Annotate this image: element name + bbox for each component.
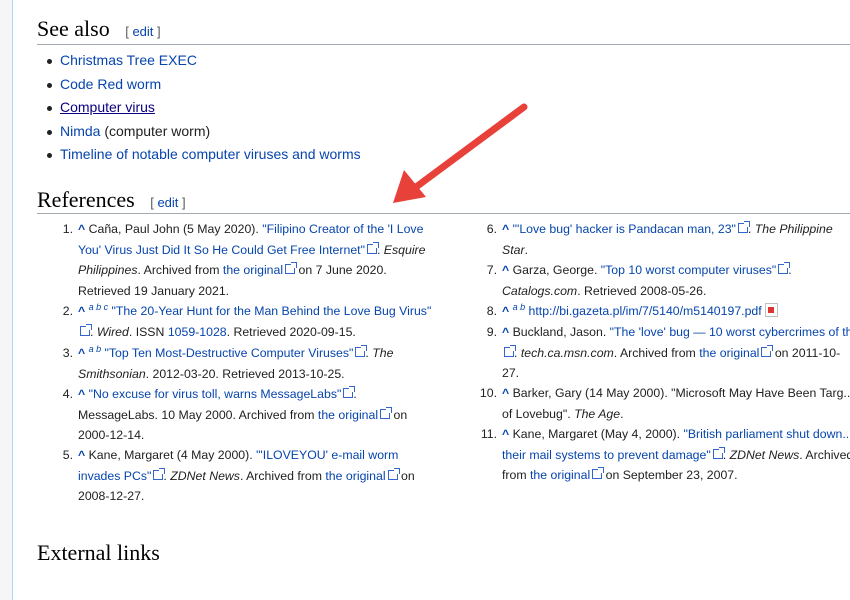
list-item: Timeline of notable computer viruses and… xyxy=(47,143,361,167)
reference-item: 8. ^ a b http://bi.gazeta.pl/im/7/5140/m… xyxy=(437,301,850,322)
reference-title-link[interactable]: "The 20-Year Hunt for the Man Behind the… xyxy=(112,304,432,318)
see-also-edit-section: [ edit ] xyxy=(125,24,161,39)
external-link-icon xyxy=(387,467,400,480)
backlink-letters[interactable]: a b xyxy=(513,302,526,312)
references-heading: References [ edit ] xyxy=(37,187,186,213)
see-also-link-christmas-tree-exec[interactable]: Christmas Tree EXEC xyxy=(60,52,197,68)
reference-title-link[interactable]: "No excuse for virus toll, warns Message… xyxy=(89,387,342,401)
backlink-letters[interactable]: a b c xyxy=(89,302,109,312)
reference-item: 11. ^ Kane, Margaret (May 4, 2000). "Bri… xyxy=(437,424,850,486)
references-edit-link[interactable]: edit xyxy=(157,195,178,210)
article-content: See also [ edit ] Christmas Tree EXEC Co… xyxy=(12,0,850,600)
references-list-right: 6. ^ "'Love bug' hacker is Pandacan man,… xyxy=(437,219,850,486)
external-link-icon xyxy=(761,344,774,357)
see-also-rule xyxy=(37,44,850,45)
backlink-caret[interactable]: ^ xyxy=(78,387,85,401)
reference-title-link[interactable]: "'Love bug' hacker is Pandacan man, 23" xyxy=(513,222,736,236)
reference-item: 5. ^ Kane, Margaret (4 May 2000). "'ILOV… xyxy=(62,448,415,503)
reference-item: 4. ^ "No excuse for virus toll, warns Me… xyxy=(62,386,408,442)
references-rule xyxy=(37,213,850,214)
external-link-icon xyxy=(380,406,393,419)
external-link-icon xyxy=(285,262,298,274)
see-also-link-computer-virus[interactable]: Computer virus xyxy=(60,99,155,115)
reference-title-link[interactable]: "The 'love' bug — 10 worst cybercrimes o… xyxy=(610,325,850,339)
reference-title-link[interactable]: "Top 10 worst computer viruses" xyxy=(601,263,777,277)
reference-item: 9. ^ Buckland, Jason. "The 'love' bug — … xyxy=(437,322,850,383)
references-list-left: 1. ^ Caña, Paul John (5 May 2020). "Fili… xyxy=(13,219,435,507)
reference-item: 6. ^ "'Love bug' hacker is Pandacan man,… xyxy=(486,221,833,257)
see-also-link-nimda[interactable]: Nimda xyxy=(60,123,100,139)
external-link-icon xyxy=(355,345,368,357)
reference-title-link[interactable]: "Top Ten Most-Destructive Computer Virus… xyxy=(105,346,354,360)
reference-item: 10. ^ Barker, Gary (14 May 2000). "Micro… xyxy=(479,386,850,421)
external-link-icon xyxy=(343,386,356,398)
archived-original-link[interactable]: the original xyxy=(699,346,759,360)
archived-original-link[interactable]: the original xyxy=(530,468,590,482)
reference-item: 3. ^ a b "Top Ten Most-Destructive Compu… xyxy=(62,343,394,381)
external-link-icon xyxy=(366,241,379,254)
see-also-heading: See also [ edit ] xyxy=(37,16,161,42)
reference-item: 1. ^ Caña, Paul John (5 May 2020). "Fili… xyxy=(62,222,426,298)
list-item: Code Red worm xyxy=(47,73,361,97)
pdf-link[interactable]: http://bi.gazeta.pl/im/7/5140/m5140197.p… xyxy=(529,304,762,318)
external-link-icon xyxy=(712,446,725,459)
see-also-link-timeline[interactable]: Timeline of notable computer viruses and… xyxy=(60,146,361,162)
reference-item: 7. ^ Garza, George. "Top 10 worst comput… xyxy=(486,262,792,298)
see-also-list: Christmas Tree EXEC Code Red worm Comput… xyxy=(37,49,361,167)
archived-original-link[interactable]: the original xyxy=(223,263,283,277)
external-link-icon xyxy=(504,344,516,357)
pdf-icon xyxy=(764,303,778,317)
reference-item: 2. ^ a b c "The 20-Year Hunt for the Man… xyxy=(62,301,432,339)
archived-original-link[interactable]: the original xyxy=(318,408,378,422)
list-item: Nimda (computer worm) xyxy=(47,120,361,144)
list-item: Christmas Tree EXEC xyxy=(47,49,361,73)
external-link-icon xyxy=(737,221,750,233)
external-links-heading: External links xyxy=(37,540,160,565)
references-edit-section: [ edit ] xyxy=(150,195,186,210)
see-also-link-code-red-worm[interactable]: Code Red worm xyxy=(60,76,161,92)
external-link-icon xyxy=(778,262,791,274)
issn-link[interactable]: 1059-1028 xyxy=(168,325,227,339)
external-link-icon xyxy=(153,467,166,480)
see-also-edit-link[interactable]: edit xyxy=(132,24,153,39)
external-link-icon xyxy=(592,467,605,479)
archived-original-link[interactable]: the original xyxy=(325,469,385,483)
list-item: Computer virus xyxy=(47,96,361,120)
see-also-title: See also xyxy=(37,16,110,41)
backlink-letters[interactable]: a b xyxy=(89,344,102,354)
external-link-icon xyxy=(80,323,92,336)
backlink-caret[interactable]: ^ xyxy=(502,222,509,236)
references-title: References xyxy=(37,187,135,212)
